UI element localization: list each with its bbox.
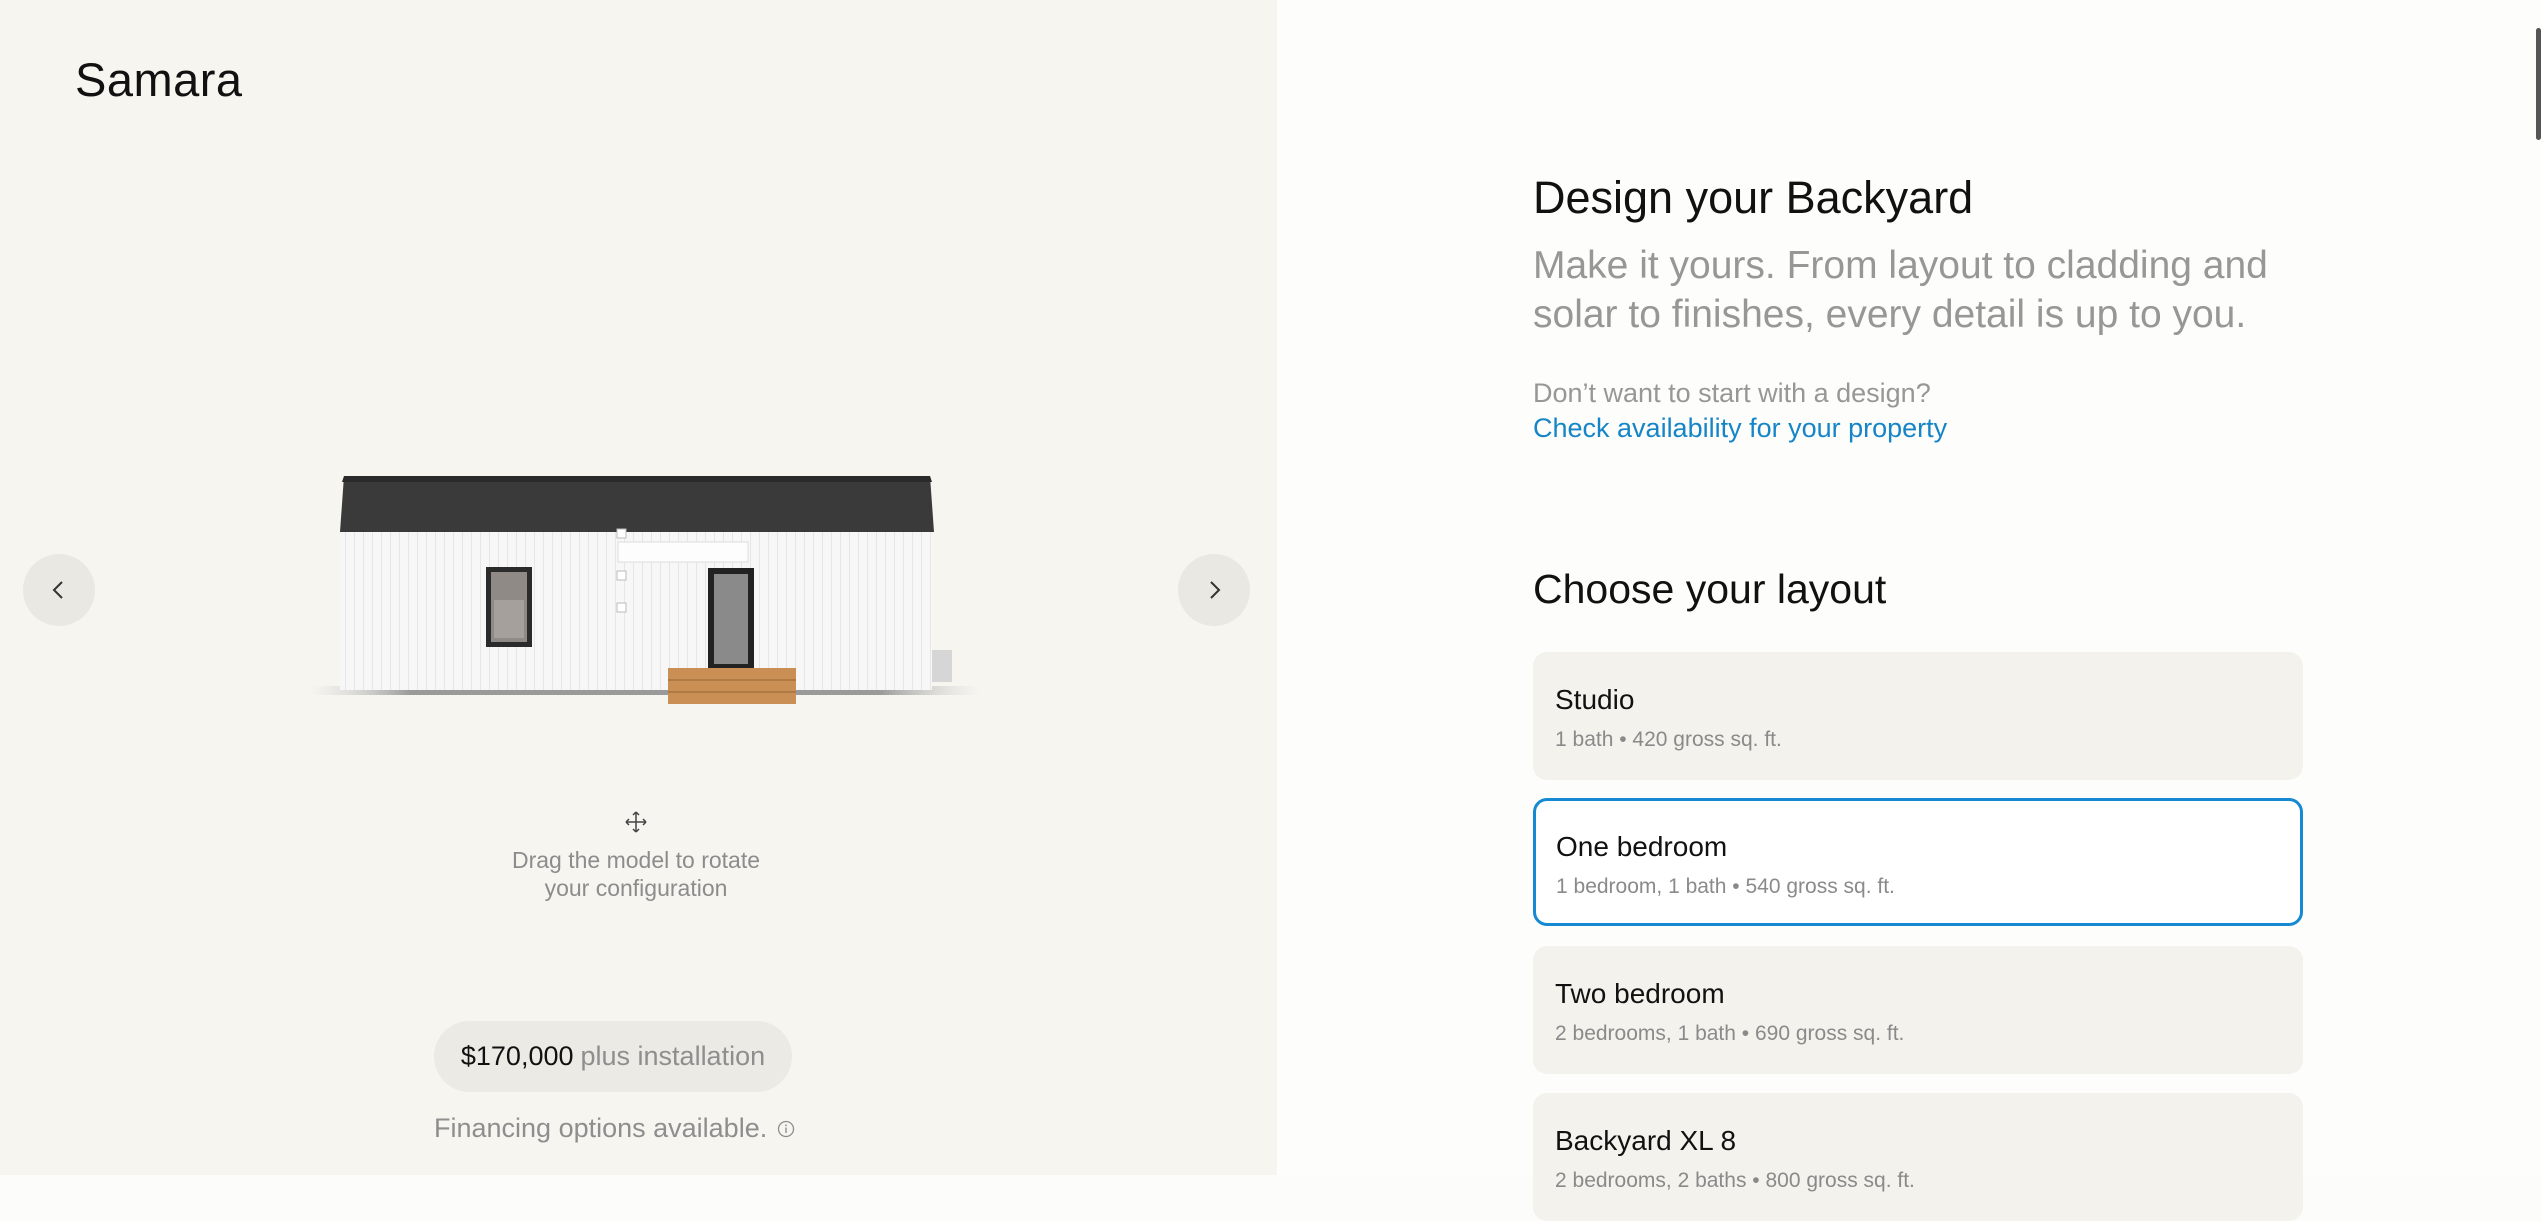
layout-option-details: 2 bedrooms, 2 baths • 800 gross sq. ft. <box>1555 1169 1915 1192</box>
scrollbar-thumb[interactable] <box>2536 28 2541 140</box>
layout-option-name: One bedroom <box>1556 831 1728 862</box>
house-3d-model[interactable] <box>300 460 990 720</box>
info-icon[interactable] <box>777 1120 795 1138</box>
layout-section-title: Choose your layout <box>1533 566 1887 612</box>
layout-option-details: 1 bedroom, 1 bath • 540 gross sq. ft. <box>1556 875 1895 898</box>
financing-note: Financing options available. <box>434 1113 795 1144</box>
layout-option-details: 2 bedrooms, 1 bath • 690 gross sq. ft. <box>1555 1022 1905 1045</box>
move-arrows-icon <box>625 811 647 833</box>
layout-option-name: Studio <box>1555 684 1635 715</box>
configurator-panel: Design your Backyard Make it yours. From… <box>1277 0 2541 1221</box>
layout-option-name: Two bedroom <box>1555 978 1725 1009</box>
page-title: Design your Backyard <box>1533 172 1974 223</box>
next-view-button[interactable] <box>1178 554 1250 626</box>
layout-option-two-bedroom[interactable]: Two bedroom 2 bedrooms, 1 bath • 690 gro… <box>1533 946 2303 1074</box>
layout-option-name: Backyard XL 8 <box>1555 1125 1737 1156</box>
layout-option-details: 1 bath • 420 gross sq. ft. <box>1555 728 1782 751</box>
price-badge: $170,000 plus installation <box>434 1021 792 1092</box>
layout-option-studio[interactable]: Studio 1 bath • 420 gross sq. ft. <box>1533 652 2303 780</box>
price-suffix: plus installation <box>580 1041 766 1071</box>
samara-logo[interactable]: Samara <box>75 52 243 107</box>
financing-text: Financing options available. <box>434 1113 768 1143</box>
layout-option-backyard-xl-8[interactable]: Backyard XL 8 2 bedrooms, 2 baths • 800 … <box>1533 1093 2303 1221</box>
chevron-right-icon <box>1210 581 1221 599</box>
check-availability-link[interactable]: Check availability for your property <box>1533 413 1947 444</box>
design-question: Don’t want to start with a design? <box>1533 378 1931 408</box>
page-subtitle: Make it yours. From layout to cladding a… <box>1533 244 2268 336</box>
previous-view-button[interactable] <box>23 554 95 626</box>
chevron-left-icon <box>52 581 63 599</box>
rotate-hint-text: Drag the model to rotate your configurat… <box>511 847 761 901</box>
price-amount: $170,000 <box>460 1041 574 1071</box>
model-viewer-panel: Samara Drag the model to rotate your con… <box>0 0 1277 1175</box>
layout-option-one-bedroom[interactable]: One bedroom 1 bedroom, 1 bath • 540 gros… <box>1533 798 2303 926</box>
scrollbar[interactable] <box>2535 0 2541 1175</box>
